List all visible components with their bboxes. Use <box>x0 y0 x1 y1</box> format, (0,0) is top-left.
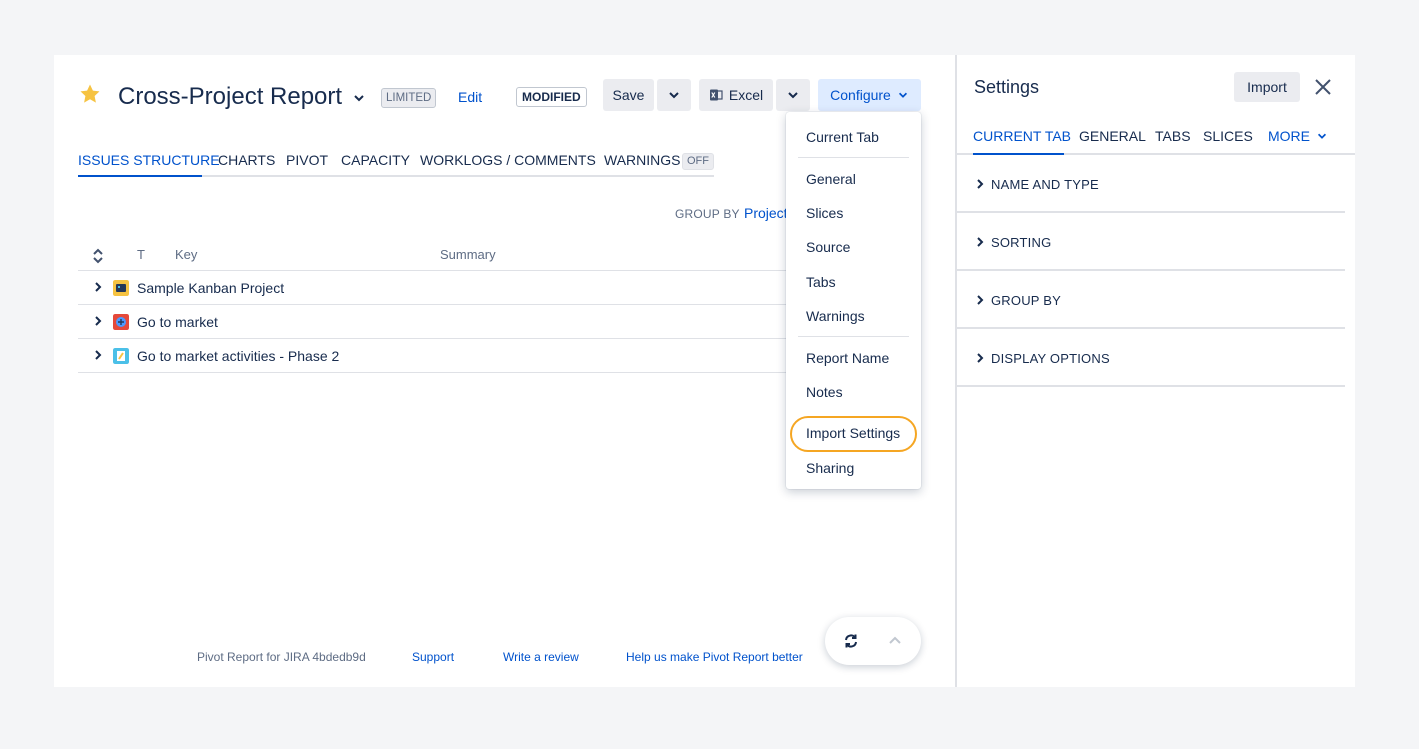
menu-item-source[interactable]: Source <box>806 238 850 256</box>
menu-divider <box>798 157 909 158</box>
menu-item-warnings[interactable]: Warnings <box>806 307 865 325</box>
chevron-right-icon[interactable] <box>92 281 104 293</box>
active-tab-indicator <box>78 175 202 177</box>
tab-charts[interactable]: CHARTS <box>218 151 275 169</box>
configure-button-label: Configure <box>830 87 891 103</box>
settings-tab-general[interactable]: GENERAL <box>1079 128 1146 144</box>
kanban-project-icon <box>113 280 129 296</box>
menu-item-sharing[interactable]: Sharing <box>806 459 854 477</box>
section-label: NAME AND TYPE <box>991 177 1099 192</box>
settings-title: Settings <box>974 77 1040 97</box>
chevron-right-icon <box>977 353 984 363</box>
scroll-up-icon[interactable] <box>887 633 903 649</box>
table-row[interactable]: Sample Kanban Project <box>78 271 788 305</box>
section-sorting[interactable]: SORTING <box>957 213 1345 271</box>
refresh-icon[interactable] <box>841 631 861 651</box>
excel-icon <box>709 89 723 101</box>
project-name: Go to market activities - Phase 2 <box>137 348 340 364</box>
report-title: Cross-Project Report <box>118 83 343 110</box>
footer-version: Pivot Report for JIRA 4bdedb9d <box>197 650 366 664</box>
table-row[interactable]: Go to market <box>78 305 788 339</box>
go-to-market-icon <box>113 314 129 330</box>
section-name-and-type[interactable]: NAME AND TYPE <box>957 155 1345 213</box>
menu-item-notes[interactable]: Notes <box>806 383 843 401</box>
save-button[interactable]: Save <box>603 79 654 111</box>
modified-badge: MODIFIED <box>516 87 587 107</box>
menu-divider <box>798 336 909 337</box>
save-dropdown-button[interactable] <box>657 79 691 111</box>
column-header-key[interactable]: Key <box>175 247 197 262</box>
footer-review-link[interactable]: Write a review <box>503 650 579 664</box>
settings-panel: Settings Import CURRENT TAB GENERAL TABS… <box>955 55 1355 687</box>
menu-item-import-settings[interactable]: Import Settings <box>806 424 900 442</box>
column-header-summary[interactable]: Summary <box>440 247 496 262</box>
settings-tab-more[interactable]: MORE <box>1268 128 1328 144</box>
import-button[interactable]: Import <box>1234 72 1300 102</box>
tab-worklogs-comments[interactable]: WORKLOGS / COMMENTS <box>420 151 596 169</box>
group-by-value[interactable]: Project <box>744 205 788 221</box>
configure-button[interactable]: Configure <box>818 79 921 111</box>
menu-item-slices[interactable]: Slices <box>806 204 843 222</box>
save-button-label: Save <box>612 87 645 103</box>
excel-button-label: Excel <box>728 87 764 103</box>
footer-feedback-link[interactable]: Help us make Pivot Report better <box>626 650 803 664</box>
settings-tab-slices[interactable]: SLICES <box>1203 128 1253 144</box>
limited-badge: LIMITED <box>381 88 437 108</box>
chevron-right-icon[interactable] <box>92 315 104 327</box>
footer-support-link[interactable]: Support <box>412 650 454 664</box>
settings-tabs: CURRENT TAB GENERAL TABS SLICES MORE <box>957 125 1355 155</box>
report-main-panel: Cross-Project Report LIMITED Edit MODIFI… <box>54 55 955 687</box>
more-label: MORE <box>1268 128 1310 144</box>
tab-issues-structure[interactable]: ISSUES STRUCTURE <box>78 151 220 169</box>
menu-item-current-tab[interactable]: Current Tab <box>806 128 879 146</box>
chevron-down-icon <box>669 92 679 99</box>
section-display-options[interactable]: DISPLAY OPTIONS <box>957 329 1345 387</box>
report-tabs: ISSUES STRUCTURE CHARTS PIVOT CAPACITY W… <box>78 149 714 177</box>
chevron-down-icon <box>898 92 907 98</box>
table-row[interactable]: Go to market activities - Phase 2 <box>78 339 788 373</box>
floating-action-bar <box>825 617 921 665</box>
expand-collapse-all-icon[interactable] <box>92 248 104 264</box>
section-label: SORTING <box>991 235 1052 250</box>
section-label: DISPLAY OPTIONS <box>991 351 1110 366</box>
excel-export-button[interactable]: Excel <box>699 79 773 111</box>
warnings-off-badge: OFF <box>682 153 714 170</box>
chevron-down-icon <box>788 92 798 99</box>
tab-capacity[interactable]: CAPACITY <box>341 151 410 169</box>
activities-project-icon <box>113 348 129 364</box>
issues-table: T Key Summary Sample Kanban Project Go t… <box>78 241 788 373</box>
chevron-right-icon[interactable] <box>92 349 104 361</box>
menu-item-general[interactable]: General <box>806 170 856 188</box>
group-by-label: GROUP BY <box>675 207 740 221</box>
app-window: Cross-Project Report LIMITED Edit MODIFI… <box>54 55 1355 687</box>
section-group-by[interactable]: GROUP BY <box>957 271 1345 329</box>
settings-tab-tabs[interactable]: TABS <box>1155 128 1191 144</box>
project-name: Go to market <box>137 314 218 330</box>
table-header: T Key Summary <box>78 241 788 271</box>
tab-warnings[interactable]: WARNINGS <box>604 151 680 169</box>
chevron-right-icon <box>977 237 984 247</box>
column-header-type[interactable]: T <box>137 247 145 262</box>
menu-item-report-name[interactable]: Report Name <box>806 349 889 367</box>
favorite-star-icon[interactable] <box>78 82 102 106</box>
chevron-right-icon <box>977 179 984 189</box>
chevron-down-icon <box>1317 133 1327 139</box>
edit-link[interactable]: Edit <box>458 88 482 106</box>
project-name: Sample Kanban Project <box>137 280 285 296</box>
menu-item-tabs[interactable]: Tabs <box>806 273 836 291</box>
section-label: GROUP BY <box>991 293 1061 308</box>
close-icon[interactable] <box>1314 78 1332 96</box>
chevron-right-icon <box>977 295 984 305</box>
title-chevron-down-icon[interactable] <box>352 91 366 105</box>
excel-dropdown-button[interactable] <box>776 79 810 111</box>
import-button-label: Import <box>1247 79 1287 95</box>
tab-pivot[interactable]: PIVOT <box>286 151 328 169</box>
configure-dropdown-menu: Current Tab General Slices Source Tabs W… <box>786 112 921 489</box>
settings-tab-current-tab[interactable]: CURRENT TAB <box>973 128 1071 144</box>
